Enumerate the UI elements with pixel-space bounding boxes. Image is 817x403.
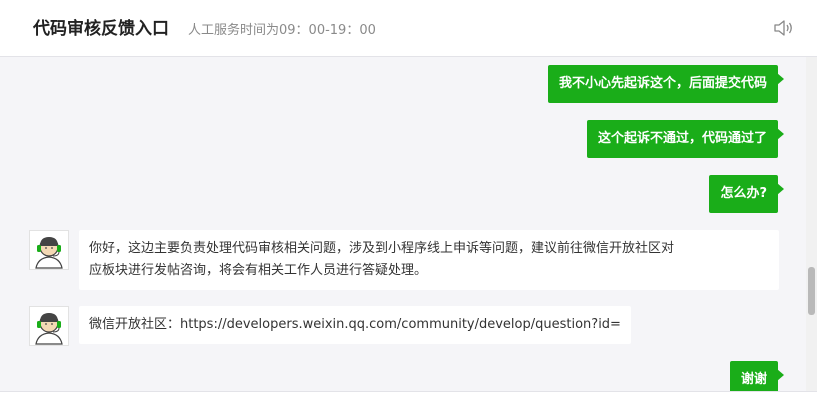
support-agent-avatar [29,306,69,346]
message-line: 微信开放社区：https://developers.weixin.qq.com/… [89,317,621,332]
agent-message: 你好，这边主要负责处理代码审核相关问题，涉及到小程序线上申诉等问题，建议前往微信… [79,230,779,290]
user-message: 谢谢 [729,361,785,391]
support-agent-avatar [29,230,69,270]
user-message: 这个起诉不通过，代码通过了 [586,120,785,158]
message-line: 你好，这边主要负责处理代码审核相关问题，涉及到小程序线上申诉等问题，建议前往微信… [89,241,675,256]
message-text: 谢谢 [740,372,767,387]
chat-input-area[interactable] [0,391,817,403]
service-hours: 人工服务时间为09：00-19：00 [188,23,376,38]
user-message: 我不小心先起诉这个，后面提交代码 [547,65,785,103]
message-text: 这个起诉不通过，代码通过了 [597,131,767,146]
chat-scrollbar[interactable] [806,57,817,391]
message-text: 我不小心先起诉这个，后面提交代码 [558,76,767,91]
speaker-icon[interactable] [773,18,795,38]
message-line: 应板块进行发帖咨询，将会有相关工作人员进行答疑处理。 [89,263,428,278]
chat-header: 代码审核反馈入口 人工服务时间为09：00-19：00 [0,0,817,57]
agent-message: 微信开放社区：https://developers.weixin.qq.com/… [79,306,631,344]
scrollbar-thumb[interactable] [808,267,815,315]
user-message: 怎么办? [709,175,784,213]
message-text: 怎么办? [720,186,767,201]
page-title: 代码审核反馈入口 [33,19,169,39]
chat-messages[interactable]: 我不小心先起诉这个，后面提交代码 这个起诉不通过，代码通过了 怎么办? 你好，这… [0,57,806,391]
